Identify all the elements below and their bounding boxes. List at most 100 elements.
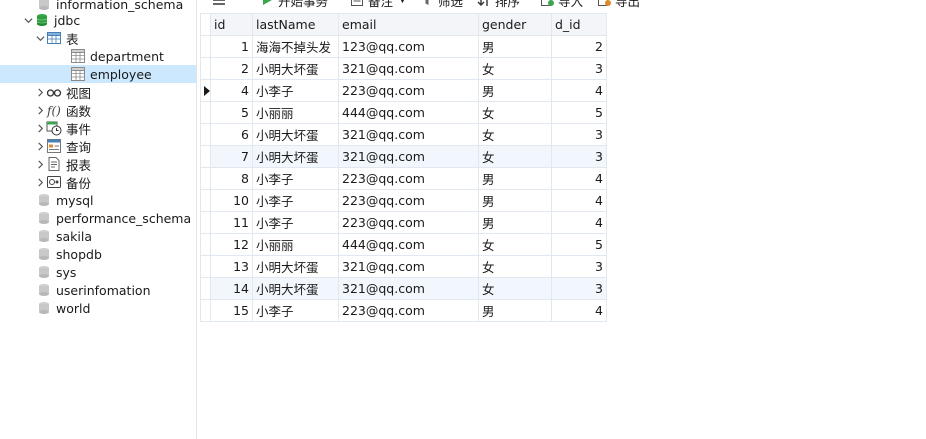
chevron-right-icon[interactable] bbox=[34, 83, 46, 101]
cell-lastname[interactable]: 小明大坏蛋 bbox=[252, 277, 339, 300]
cell-gender[interactable]: 男 bbox=[478, 189, 552, 212]
table-row[interactable]: 5 小丽丽 444@qq.com 女 5 bbox=[200, 101, 607, 124]
cell-email[interactable]: 321@qq.com bbox=[338, 255, 479, 278]
cell-email[interactable]: 123@qq.com bbox=[338, 35, 479, 58]
cell-id[interactable]: 10 bbox=[210, 189, 253, 212]
cell-email[interactable]: 223@qq.com bbox=[338, 211, 479, 234]
table-row[interactable]: 7 小明大坏蛋 321@qq.com 女 3 bbox=[200, 145, 607, 168]
cell-lastname[interactable]: 海海不掉头发 bbox=[252, 35, 339, 58]
tree-item-db-world[interactable]: world bbox=[0, 299, 196, 317]
cell-gender[interactable]: 男 bbox=[478, 211, 552, 234]
table-row[interactable]: 12 小丽丽 444@qq.com 女 5 bbox=[200, 233, 607, 256]
cell-gender[interactable]: 男 bbox=[478, 167, 552, 190]
sort-button[interactable]: 排序 bbox=[477, 0, 520, 9]
cell-d-id[interactable]: 5 bbox=[551, 233, 607, 256]
cell-email[interactable]: 321@qq.com bbox=[338, 57, 479, 80]
chevron-right-icon[interactable] bbox=[34, 137, 46, 155]
cell-d-id[interactable]: 4 bbox=[551, 211, 607, 234]
cell-gender[interactable]: 女 bbox=[478, 233, 552, 256]
menu-button[interactable] bbox=[212, 0, 230, 9]
cell-d-id[interactable]: 4 bbox=[551, 167, 607, 190]
cell-d-id[interactable]: 4 bbox=[551, 79, 607, 102]
cell-d-id[interactable]: 3 bbox=[551, 277, 607, 300]
table-row[interactable]: 6 小明大坏蛋 321@qq.com 女 3 bbox=[200, 123, 607, 146]
cell-id[interactable]: 14 bbox=[210, 277, 253, 300]
chevron-right-icon[interactable] bbox=[34, 101, 46, 119]
cell-lastname[interactable]: 小李子 bbox=[252, 211, 339, 234]
cell-lastname[interactable]: 小明大坏蛋 bbox=[252, 255, 339, 278]
cell-id[interactable]: 13 bbox=[210, 255, 253, 278]
column-header-email[interactable]: email bbox=[338, 13, 479, 36]
cell-d-id[interactable]: 3 bbox=[551, 123, 607, 146]
table-row[interactable]: 8 小李子 223@qq.com 男 4 bbox=[200, 167, 607, 190]
table-row[interactable]: 15 小李子 223@qq.com 男 4 bbox=[200, 299, 607, 322]
cell-lastname[interactable]: 小明大坏蛋 bbox=[252, 123, 339, 146]
table-row[interactable]: 4 小李子 223@qq.com 男 4 bbox=[200, 79, 607, 102]
filter-button[interactable]: 筛选 bbox=[420, 0, 463, 9]
cell-email[interactable]: 321@qq.com bbox=[338, 277, 479, 300]
cell-email[interactable]: 444@qq.com bbox=[338, 101, 479, 124]
cell-d-id[interactable]: 4 bbox=[551, 189, 607, 212]
chevron-down-icon[interactable] bbox=[22, 11, 34, 29]
tree-item-db-performance-schema[interactable]: performance_schema bbox=[0, 209, 196, 227]
tree-item-reports[interactable]: 报表 bbox=[0, 155, 196, 173]
row-marker[interactable] bbox=[200, 277, 211, 300]
table-row[interactable]: 10 小李子 223@qq.com 男 4 bbox=[200, 189, 607, 212]
chevron-right-icon[interactable] bbox=[34, 155, 46, 173]
cell-id[interactable]: 15 bbox=[210, 299, 253, 322]
row-marker[interactable] bbox=[200, 189, 211, 212]
row-marker[interactable] bbox=[200, 233, 211, 256]
cell-id[interactable]: 11 bbox=[210, 211, 253, 234]
row-marker[interactable] bbox=[200, 211, 211, 234]
row-marker[interactable] bbox=[200, 79, 211, 102]
cell-id[interactable]: 4 bbox=[210, 79, 253, 102]
column-header-lastname[interactable]: lastName bbox=[252, 13, 339, 36]
cell-lastname[interactable]: 小李子 bbox=[252, 79, 339, 102]
cell-id[interactable]: 5 bbox=[210, 101, 253, 124]
tree-item-jdbc[interactable]: jdbc bbox=[0, 11, 196, 29]
cell-lastname[interactable]: 小李子 bbox=[252, 189, 339, 212]
tree-item-db-userinfomation[interactable]: userinfomation bbox=[0, 281, 196, 299]
cell-lastname[interactable]: 小李子 bbox=[252, 299, 339, 322]
row-marker[interactable] bbox=[200, 167, 211, 190]
row-marker[interactable] bbox=[200, 35, 211, 58]
cell-lastname[interactable]: 小丽丽 bbox=[252, 233, 339, 256]
cell-gender[interactable]: 女 bbox=[478, 145, 552, 168]
cell-lastname[interactable]: 小丽丽 bbox=[252, 101, 339, 124]
cell-lastname[interactable]: 小明大坏蛋 bbox=[252, 145, 339, 168]
column-header-gender[interactable]: gender bbox=[478, 13, 552, 36]
cell-d-id[interactable]: 4 bbox=[551, 299, 607, 322]
column-header-id[interactable]: id bbox=[210, 13, 253, 36]
row-marker[interactable] bbox=[200, 57, 211, 80]
tree-item-db-sys[interactable]: sys bbox=[0, 263, 196, 281]
chevron-right-icon[interactable] bbox=[34, 119, 46, 137]
cell-lastname[interactable]: 小明大坏蛋 bbox=[252, 57, 339, 80]
table-row[interactable]: 11 小李子 223@qq.com 男 4 bbox=[200, 211, 607, 234]
cell-gender[interactable]: 女 bbox=[478, 255, 552, 278]
cell-gender[interactable]: 男 bbox=[478, 79, 552, 102]
begin-transaction-button[interactable]: 开始事务 bbox=[260, 0, 328, 9]
tree-item-db-sakila[interactable]: sakila bbox=[0, 227, 196, 245]
row-marker[interactable] bbox=[200, 123, 211, 146]
table-row[interactable]: 1 海海不掉头发 123@qq.com 男 2 bbox=[200, 35, 607, 58]
cell-email[interactable]: 321@qq.com bbox=[338, 145, 479, 168]
cell-id[interactable]: 12 bbox=[210, 233, 253, 256]
row-marker[interactable] bbox=[200, 145, 211, 168]
cell-id[interactable]: 1 bbox=[210, 35, 253, 58]
tree-item-backups[interactable]: 备份 bbox=[0, 173, 196, 191]
tree-item-events[interactable]: 事件 bbox=[0, 119, 196, 137]
tree-item-queries[interactable]: 查询 bbox=[0, 137, 196, 155]
row-marker[interactable] bbox=[200, 299, 211, 322]
export-button[interactable]: 导出 bbox=[597, 0, 640, 9]
row-marker[interactable] bbox=[200, 101, 211, 124]
note-button[interactable]: 备注 ▼ bbox=[350, 0, 406, 9]
cell-id[interactable]: 6 bbox=[210, 123, 253, 146]
cell-lastname[interactable]: 小李子 bbox=[252, 167, 339, 190]
cell-email[interactable]: 223@qq.com bbox=[338, 167, 479, 190]
table-row[interactable]: 2 小明大坏蛋 321@qq.com 女 3 bbox=[200, 57, 607, 80]
chevron-right-icon[interactable] bbox=[34, 173, 46, 191]
tree-item-table-employee[interactable]: employee bbox=[0, 65, 196, 83]
cell-email[interactable]: 223@qq.com bbox=[338, 79, 479, 102]
cell-gender[interactable]: 女 bbox=[478, 123, 552, 146]
table-row[interactable]: 13 小明大坏蛋 321@qq.com 女 3 bbox=[200, 255, 607, 278]
